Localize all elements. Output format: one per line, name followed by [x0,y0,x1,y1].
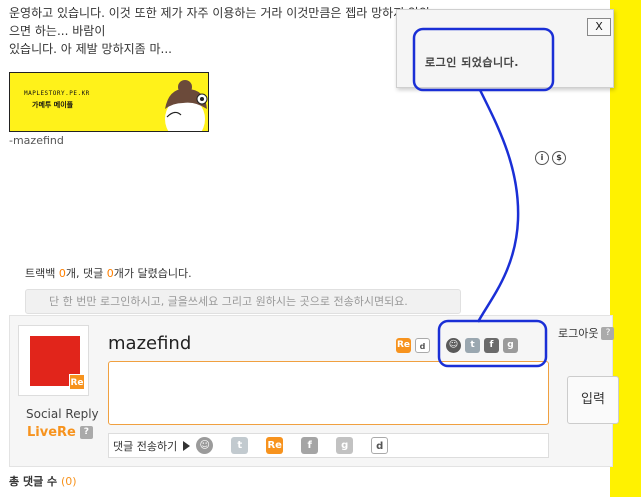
logout-help-icon[interactable]: ? [601,326,615,340]
login-popup: X 로그인 되었습니다. [396,9,614,88]
comment-count[interactable]: 0 [107,267,114,280]
post-signature: -mazefind [9,134,64,147]
annotation-connector [476,89,520,323]
twitter-icon[interactable]: t [465,338,480,353]
livere-icon[interactable]: Re [266,437,284,454]
trackback-label: 트랙백 [25,267,56,280]
character-illustration [165,80,208,131]
livere-badge-icon: Re [69,374,85,390]
login-message: 로그인 되었습니다. [425,56,519,69]
cc-nc-icon: $ [552,151,566,165]
google-icon[interactable]: g [336,437,354,454]
send-to-bar: 댓글 전송하기 ☺ t Re f g d [108,433,549,458]
facebook-icon[interactable]: f [484,338,499,353]
twitter-icon[interactable]: t [231,437,249,454]
license-icons: i $ [535,151,566,165]
livere-logo[interactable]: LiveRe [27,425,76,440]
play-arrow-icon [183,440,191,451]
post-body: 운영하고 있습니다. 이것 또한 제가 자주 이용하는 거라 이것만큼은 젭라 … [9,4,439,58]
google-icon[interactable]: g [503,338,518,353]
avatar-frame: Re [18,325,89,396]
me2day-icon[interactable]: ☺ [446,338,461,353]
trackback-count[interactable]: 0 [59,267,66,280]
logout-label[interactable]: 로그아웃 [558,325,598,341]
total-comments: 총 댓글 수 (0) [9,473,77,489]
logout-link[interactable]: 로그아웃 ? [558,325,615,341]
connected-services: Re d ☺ t f g [396,338,518,353]
total-count: (0) [60,475,77,488]
livere-brand: LiveRe ? [27,425,93,440]
stats-suffix: 개가 달렸습니다. [113,267,192,280]
help-icon[interactable]: ? [79,426,93,439]
banner-title-text: 가메투 메이플 [32,101,74,109]
close-button[interactable]: X [587,18,611,36]
submit-button[interactable]: 입력 [567,376,619,424]
me2day-icon[interactable]: ☺ [196,437,214,454]
daum-icon[interactable]: d [371,437,389,454]
banner-url-text: MAPLESTORY.PE.KR [24,90,90,97]
post-line: 있습니다. 아 제발 망하지좀 마... [9,42,172,56]
stats-mid-text: 개, 댓글 [65,267,104,280]
social-reply-label: Social Reply [26,407,99,421]
cc-by-icon: i [535,151,549,165]
livere-icon[interactable]: Re [396,338,411,353]
daum-icon[interactable]: d [415,338,430,353]
post-line: 운영하고 있습니다. 이것 또한 제가 자주 이용하는 거라 이것만큼은 젭라 … [9,6,431,38]
send-label: 댓글 전송하기 [113,439,178,453]
facebook-icon[interactable]: f [301,437,319,454]
username: mazefind [108,333,192,354]
post-stats: 트랙백 0개, 댓글 0개가 달렸습니다. [25,265,192,281]
blog-banner[interactable]: MAPLESTORY.PE.KR 가메투 메이플 [9,72,209,132]
comment-input[interactable] [108,361,549,425]
total-label: 총 댓글 수 [9,475,58,488]
login-hint: 단 한 번만 로그인하시고, 글을쓰세요 그리고 원하시는 곳으로 전송하시면되… [25,289,461,314]
